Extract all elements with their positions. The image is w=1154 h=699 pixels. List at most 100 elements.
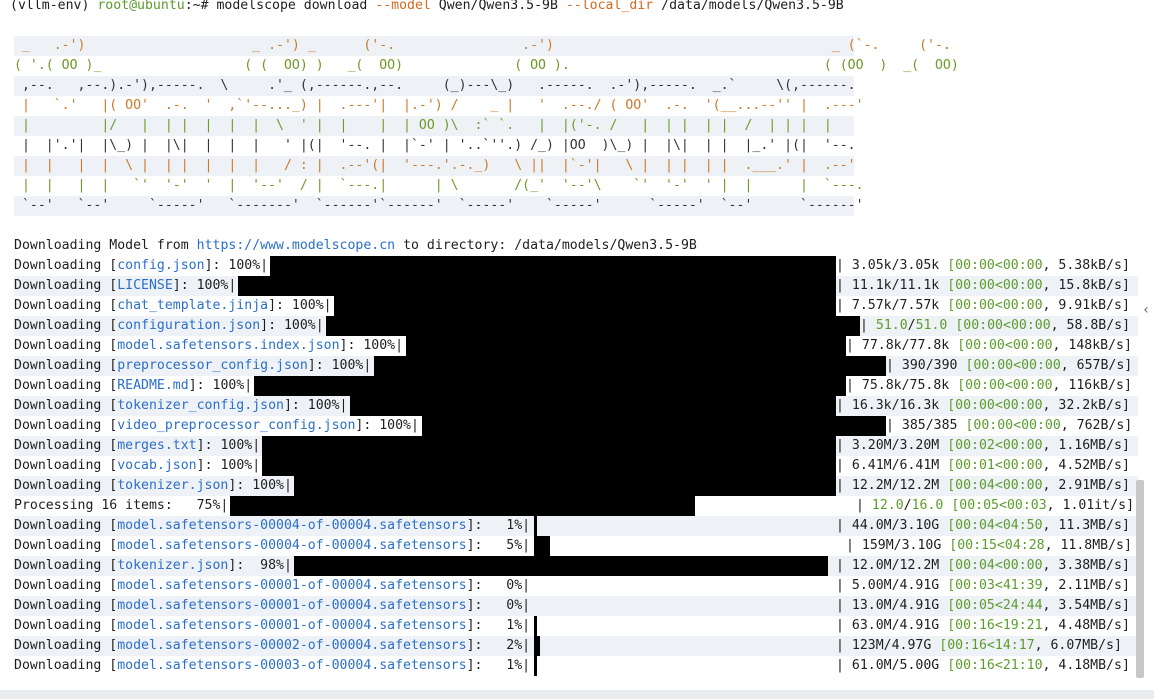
banner-line: | | | | `' '-' ' | '--' / | `---.| | \ /… <box>14 178 888 193</box>
total-size: 5.00G <box>899 658 940 673</box>
banner-line: ,--. ,--.).-'),-----. \ .'_ (,------.,--… <box>14 76 856 96</box>
progress-bar-fill <box>334 296 836 316</box>
flag-model: --model <box>375 0 431 13</box>
elapsed: 00:00 <box>955 398 995 413</box>
total-size: 3.10G <box>901 538 942 553</box>
banner-line: ( '.( OO )_ ( ( OO) ) _( OO) ( OO ). ( (… <box>14 58 991 73</box>
chevron-left-icon[interactable]: ‹ <box>1140 300 1152 320</box>
row-label: Downloading [ <box>14 398 118 413</box>
elapsed: 00:15 <box>957 538 997 553</box>
row-label: Downloading [ <box>14 258 118 273</box>
total-size: 3.05k <box>899 258 940 273</box>
done-size: 11.1k <box>851 278 892 293</box>
progress-bar-fill <box>534 616 538 636</box>
elapsed: 00:00 <box>955 278 995 293</box>
elapsed: 00:04 <box>955 518 995 533</box>
rate: 2.11MB/s <box>1058 578 1122 593</box>
remaining: 00:00 <box>1012 378 1053 393</box>
terminal-window[interactable]: (vllm-env) root@ubuntu:~# modelscope dow… <box>0 0 1138 690</box>
done-size: 390 <box>901 358 926 373</box>
elapsed: 00:03 <box>955 578 995 593</box>
rate: 148kB/s <box>1068 338 1124 353</box>
elapsed: 00:05 <box>955 598 995 613</box>
percent: ]: 1%| <box>466 618 531 633</box>
rate: 11.3MB/s <box>1058 518 1122 533</box>
remaining: 00:00 <box>1002 278 1043 293</box>
remaining: 00:00 <box>1021 358 1061 373</box>
file-name: model.safetensors-00002-of-00004.safeten… <box>117 638 467 653</box>
progress-bar-fill <box>534 536 550 556</box>
progress-bar-fill <box>406 336 846 356</box>
file-name: tokenizer.json <box>117 478 229 493</box>
percent: ]: 0%| <box>466 578 531 593</box>
progress-stats: | 12.0M/12.2M [00:04<00:00, 3.38MB/s] <box>836 558 1130 573</box>
total-size: 51.0 <box>915 318 948 333</box>
progress-stats: | 7.57k/7.57k [00:00<00:00, 9.91kB/s] <box>836 298 1130 313</box>
row-label: Downloading [ <box>14 378 118 393</box>
total-size: 11.1k <box>899 278 940 293</box>
user-host: root@ubuntu <box>97 0 185 13</box>
done-size: 13.0M <box>851 598 892 613</box>
done-size: 6.41M <box>851 458 892 473</box>
banner-line: | | | | \ | | | | | | / : | .--'(| '---.… <box>14 156 856 176</box>
percent: ]: 100%| <box>260 318 324 333</box>
remaining: 00:00 <box>1002 558 1043 573</box>
total-size: 75.8k <box>909 378 950 393</box>
total-size: 7.57k <box>899 298 940 313</box>
total-size: 6.41M <box>899 458 940 473</box>
file-name: config.json <box>117 258 205 273</box>
rate: 4.18MB/s <box>1058 658 1122 673</box>
progress-stats: | 3.20M/3.20M [00:02<00:00, 1.16MB/s] <box>836 438 1130 453</box>
done-size: 159M <box>861 538 894 553</box>
progress-stats: | 390/390 [00:00<00:00, 657B/s] <box>886 358 1133 373</box>
progress-stats: | 5.00M/4.91G [00:03<41:39, 2.11MB/s] <box>836 578 1130 593</box>
percent: ]: 0%| <box>466 598 531 613</box>
percent: ]: 100%| <box>283 398 348 413</box>
progress-stats: | 13.0M/4.91G [00:05<24:44, 3.54MB/s] <box>836 598 1130 613</box>
percent: ]: 100%| <box>204 258 269 273</box>
row-label: Downloading [ <box>14 558 118 573</box>
done-size: 61.0M <box>851 658 892 673</box>
progress-stats: | 44.0M/3.10G [00:04<04:50, 11.3MB/s] <box>836 518 1130 533</box>
scrollbar-thumb[interactable] <box>1136 480 1144 678</box>
percent: ]: 100%| <box>196 438 261 453</box>
rate: 2.91MB/s <box>1058 478 1122 493</box>
file-name: preprocessor_config.json <box>117 358 308 373</box>
done-size: 385 <box>901 418 926 433</box>
progress-bar-fill <box>294 476 836 496</box>
rate: 11.8MB/s <box>1060 538 1124 553</box>
source-url[interactable]: https://www.modelscope.cn <box>197 238 396 253</box>
total-size: 4.91G <box>899 578 940 593</box>
done-size: 75.8k <box>861 378 902 393</box>
file-name: model.safetensors-00004-of-00004.safeten… <box>117 538 467 553</box>
percent: 75%| <box>188 498 229 513</box>
done-size: 3.20M <box>851 438 892 453</box>
model-arg: Qwen/Qwen3.5-9B <box>430 0 566 13</box>
file-name: chat_template.jinja <box>117 298 269 313</box>
remaining: 04:50 <box>1002 518 1043 533</box>
command-prompt-line: (vllm-env) root@ubuntu:~# modelscope dow… <box>10 0 1134 16</box>
remaining: 41:39 <box>1002 578 1043 593</box>
rate: 657B/s <box>1076 358 1125 373</box>
flag-local-dir: --local_dir <box>565 0 654 13</box>
row-label: Downloading [ <box>14 518 118 533</box>
total-size: 390 <box>933 358 958 373</box>
venv-label: (vllm-env) <box>10 0 90 13</box>
progress-stats: | 63.0M/4.91G [00:16<19:21, 4.48MB/s] <box>836 618 1130 633</box>
path-sep: :~# <box>184 0 217 13</box>
rate: 1.16MB/s <box>1058 438 1122 453</box>
file-name: video_preprocessor_config.json <box>117 418 356 433</box>
progress-stats: | 385/385 [00:00<00:00, 762B/s] <box>886 418 1133 433</box>
row-label: Downloading [ <box>14 618 118 633</box>
command: modelscope download <box>216 0 368 13</box>
done-size: 44.0M <box>851 518 892 533</box>
total-size: 16.0 <box>911 498 944 513</box>
progress-stats: | 16.3k/16.3k [00:00<00:00, 32.2kB/s] <box>836 398 1130 413</box>
elapsed: 00:01 <box>955 458 995 473</box>
percent: ]: 100%| <box>268 298 332 313</box>
remaining: 00:00 <box>1002 298 1043 313</box>
remaining: 00:00 <box>1002 438 1043 453</box>
file-name: model.safetensors-00001-of-00004.safeten… <box>117 618 467 633</box>
file-name: vocab.json <box>117 458 197 473</box>
row-label: Downloading [ <box>14 298 118 313</box>
